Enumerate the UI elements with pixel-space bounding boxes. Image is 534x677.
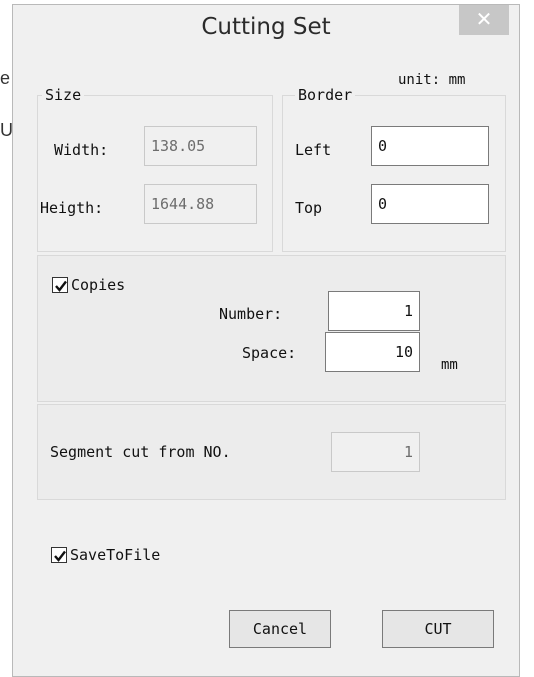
close-button[interactable]: ✕ <box>459 5 509 35</box>
top-margin-field[interactable]: 0 <box>371 184 489 224</box>
checkmark-icon <box>54 550 66 562</box>
dialog-title: Cutting Set <box>201 14 331 40</box>
save-to-file-label: SaveToFile <box>70 546 161 564</box>
space-field[interactable]: 10 <box>325 332 420 372</box>
width-label: Width: <box>54 141 109 159</box>
space-label: Space: <box>242 344 297 362</box>
checkmark-icon <box>55 280 67 292</box>
segment-label: Segment cut from NO. <box>50 443 231 461</box>
left-label: Left <box>295 141 332 159</box>
width-field[interactable]: 138.05 <box>144 126 257 166</box>
unit-label: unit: mm <box>398 72 466 88</box>
cancel-button[interactable]: Cancel <box>229 610 331 648</box>
number-field[interactable]: 1 <box>328 291 420 331</box>
top-label: Top <box>295 199 323 217</box>
border-legend: Border <box>295 86 356 104</box>
close-icon: ✕ <box>475 7 493 31</box>
border-group: Border Left 0 Top 0 <box>282 86 506 252</box>
copies-checkbox[interactable] <box>52 277 68 293</box>
cut-button[interactable]: CUT <box>382 610 494 648</box>
size-legend: Size <box>42 86 85 104</box>
dialog-body: unit: mm Size Width: 138.05 Heigth: 1644… <box>26 51 510 668</box>
left-margin-field[interactable]: 0 <box>371 126 489 166</box>
title-bar: Cutting Set ✕ <box>13 5 519 49</box>
height-label: Heigth: <box>40 199 104 217</box>
cutting-set-dialog: Cutting Set ✕ unit: mm Size Width: 138.0… <box>12 4 520 677</box>
number-label: Number: <box>219 305 283 323</box>
space-unit-label: mm <box>441 357 458 373</box>
segment-panel: Segment cut from NO. 1 <box>37 404 506 500</box>
height-field[interactable]: 1644.88 <box>144 184 257 224</box>
size-group: Size Width: 138.05 Heigth: 1644.88 <box>37 86 273 252</box>
background-text-fragment: e <box>0 68 12 88</box>
save-to-file-checkbox[interactable] <box>51 547 67 563</box>
copies-label: Copies <box>71 276 126 294</box>
copies-panel: Copies Number: 1 Space: 10 mm <box>37 255 506 402</box>
segment-start-field[interactable]: 1 <box>331 432 420 472</box>
